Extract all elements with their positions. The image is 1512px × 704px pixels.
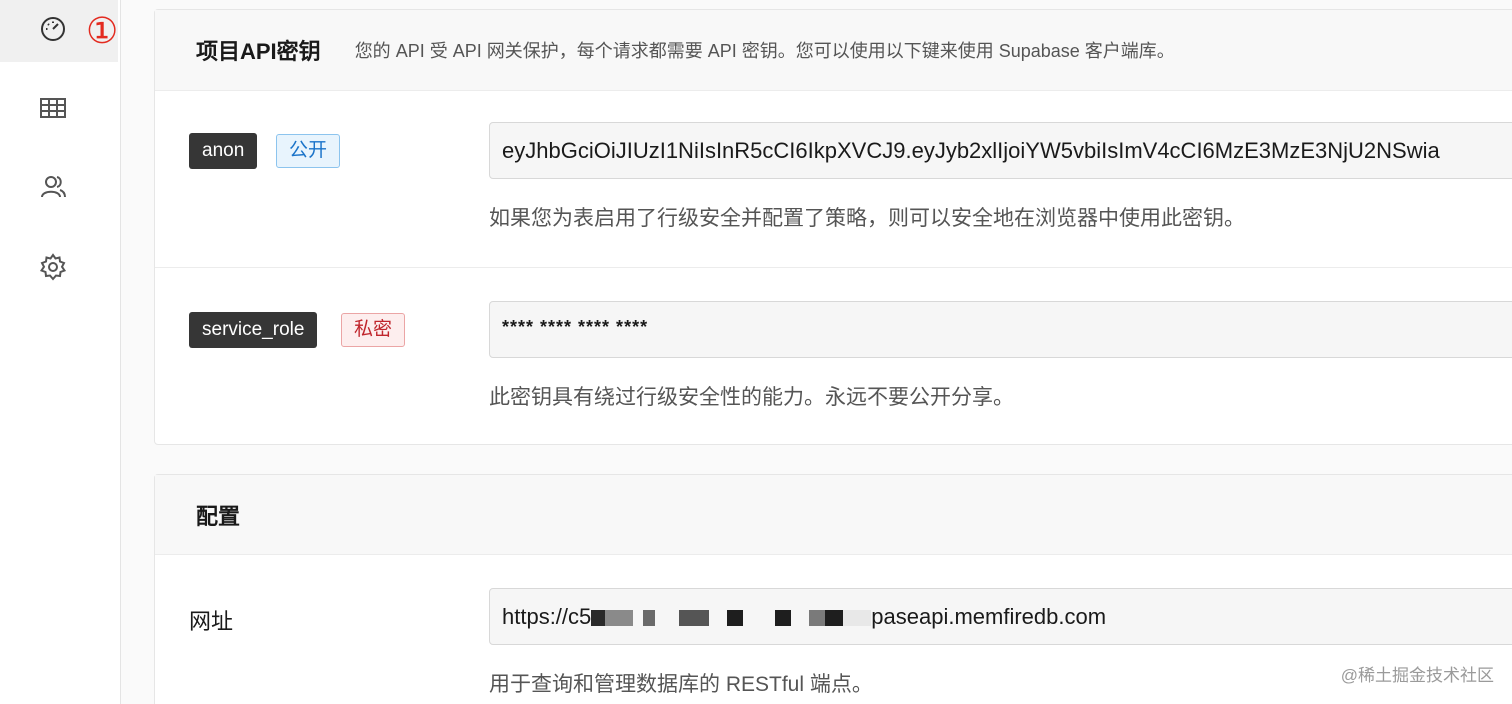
- sidebar-item-settings[interactable]: [0, 238, 118, 300]
- anon-key-field[interactable]: eyJhbGciOiJIUzI1NiIsInR5cCI6IkpXVCJ9.eyJ…: [489, 122, 1512, 179]
- anon-key-label: anon: [189, 133, 258, 169]
- public-badge: 公开: [276, 134, 341, 168]
- gear-icon: [38, 252, 68, 287]
- redacted-block: [643, 610, 656, 627]
- redacted-block: [825, 610, 844, 627]
- api-keys-description: 您的 API 受 API 网关保护，每个请求都需要 API 密钥。您可以使用以下…: [354, 41, 1175, 61]
- service-role-key-label: service_role: [189, 312, 318, 348]
- url-help: 用于查询和管理数据库的 RESTful 端点。: [489, 673, 873, 696]
- url-row: 网址 https://c5 paseapi.memfiredb.com 用于查询和…: [155, 555, 1512, 704]
- service-role-key-row: service_role 私密 **** **** **** **** 此密钥具…: [155, 267, 1512, 445]
- api-keys-title: 项目API密钥: [196, 39, 321, 64]
- url-label: 网址: [189, 609, 234, 634]
- users-icon: [38, 172, 68, 207]
- redacted-gap: [709, 610, 727, 626]
- config-card: 配置 网址 https://c5 paseapi.memfiredb.com 用于…: [154, 474, 1512, 704]
- redacted-gap: [791, 610, 809, 626]
- sidebar-item-tables[interactable]: [0, 79, 118, 141]
- redacted-gap: [655, 610, 679, 626]
- anon-key-help: 如果您为表启用了行级安全并配置了策略，则可以安全地在浏览器中使用此密钥。: [489, 207, 1245, 230]
- redacted-gap: [633, 610, 643, 626]
- service-role-key-help: 此密钥具有绕过行级安全性的能力。永远不要公开分享。: [489, 386, 1014, 409]
- service-role-key-field[interactable]: **** **** **** ****: [489, 301, 1512, 358]
- table-icon: [38, 93, 68, 128]
- redacted-block: [591, 610, 606, 627]
- watermark: @稀土掘金技术社区: [1340, 666, 1494, 685]
- main-content: 项目API密钥 您的 API 受 API 网关保护，每个请求都需要 API 密钥…: [121, 0, 1512, 704]
- api-keys-header: 项目API密钥 您的 API 受 API 网关保护，每个请求都需要 API 密钥…: [155, 10, 1512, 91]
- redacted-block: [605, 610, 634, 627]
- redacted-block: [809, 610, 826, 627]
- secret-badge: 私密: [341, 313, 406, 347]
- annotation-marker-1: ①: [86, 11, 119, 52]
- dashboard-icon: [38, 14, 68, 49]
- config-header: 配置: [155, 475, 1512, 555]
- config-title: 配置: [196, 503, 241, 529]
- sidebar: [0, 0, 121, 704]
- sidebar-item-users[interactable]: [0, 158, 118, 220]
- redacted-block: [775, 610, 792, 627]
- api-keys-card: 项目API密钥 您的 API 受 API 网关保护，每个请求都需要 API 密钥…: [154, 9, 1512, 445]
- url-value-prefix: https://c5: [502, 604, 592, 629]
- redacted-block: [679, 610, 710, 627]
- redacted-block: [843, 610, 872, 627]
- redacted-block: [727, 610, 744, 627]
- url-value-suffix: paseapi.memfiredb.com: [871, 604, 1107, 629]
- url-field[interactable]: https://c5 paseapi.memfiredb.com: [489, 588, 1512, 645]
- anon-key-row: anon 公开 eyJhbGciOiJIUzI1NiIsInR5cCI6IkpX…: [155, 91, 1512, 267]
- redacted-gap: [743, 610, 775, 626]
